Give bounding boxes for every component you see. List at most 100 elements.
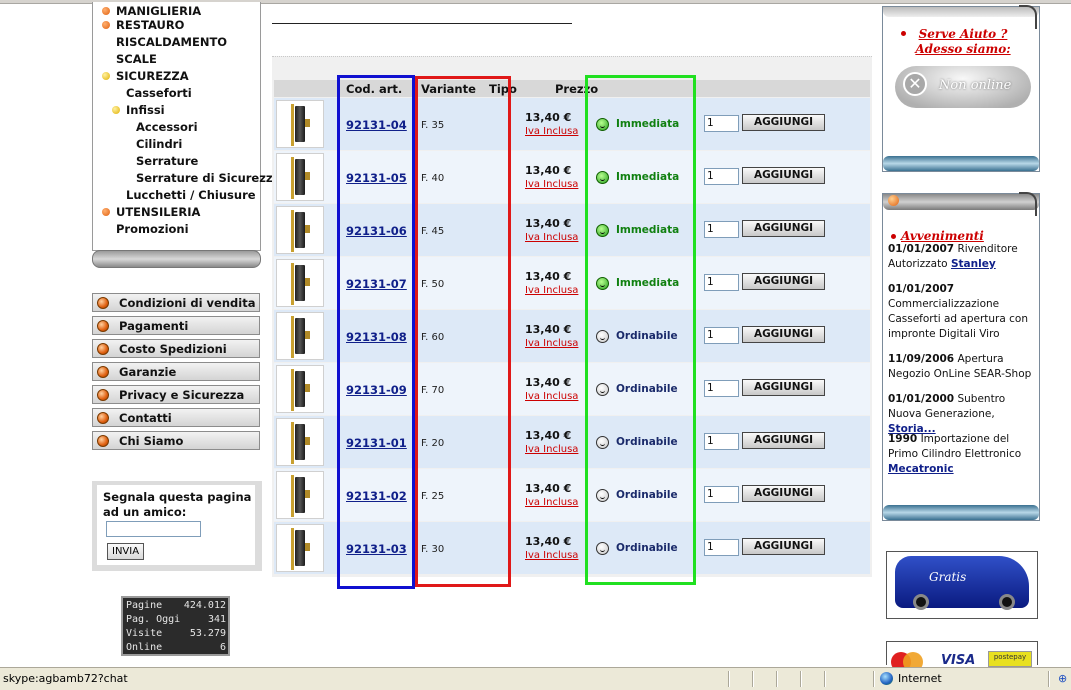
product-thumbnail[interactable]: [276, 153, 324, 201]
resize-grip-icon[interactable]: ⊕: [1058, 672, 1070, 685]
vat-included-link[interactable]: Iva Inclusa: [525, 126, 578, 137]
info-menu-item[interactable]: Garanzie: [92, 362, 260, 381]
event-item: 01/01/2007 Commercializzazione Casseforti…: [888, 282, 1038, 342]
lock-bolt: [305, 225, 310, 233]
category-item[interactable]: RESTAURO: [102, 18, 184, 32]
info-menu-label: Condizioni di vendita: [119, 296, 256, 310]
lock-bolt: [305, 172, 310, 180]
event-date: 01/01/2000: [888, 393, 955, 405]
product-thumbnail[interactable]: [276, 259, 324, 307]
product-thumbnail[interactable]: [276, 312, 324, 360]
product-thumbnail[interactable]: [276, 471, 324, 519]
event-date: 1990: [888, 433, 918, 445]
add-to-cart-button[interactable]: AGGIUNGI: [742, 220, 825, 237]
product-thumbnail[interactable]: [276, 100, 324, 148]
info-menu-label: Garanzie: [119, 365, 177, 379]
product-price: 13,40 €: [525, 376, 572, 389]
free-shipping-banner[interactable]: Gratis: [886, 551, 1038, 619]
help-panel-bottom-bar: [883, 156, 1039, 171]
category-item[interactable]: UTENSILERIA: [102, 205, 201, 219]
offline-x-icon: ✕: [903, 72, 927, 96]
category-item[interactable]: Serrature: [136, 154, 198, 168]
lock-plate: [291, 263, 294, 305]
product-thumbnail[interactable]: [276, 524, 324, 572]
info-menu-item[interactable]: Pagamenti: [92, 316, 260, 335]
info-menu-item[interactable]: Chi Siamo: [92, 431, 260, 450]
info-menu-item[interactable]: Condizioni di vendita: [92, 293, 260, 312]
category-menu-footer-bar: [92, 250, 261, 268]
category-bullet-icon: [102, 21, 110, 29]
events-title-bullet-icon: [891, 234, 896, 239]
category-item[interactable]: Cilindri: [136, 137, 182, 151]
vat-included-link[interactable]: Iva Inclusa: [525, 444, 578, 455]
quantity-input[interactable]: 1: [704, 486, 739, 503]
delivery-van-icon: Gratis: [895, 556, 1029, 610]
vat-included-link[interactable]: Iva Inclusa: [525, 179, 578, 190]
top-separator-line: [272, 23, 572, 24]
quantity-input[interactable]: 1: [704, 327, 739, 344]
share-submit-button[interactable]: INVIA: [107, 543, 145, 560]
category-item[interactable]: Casseforti: [126, 86, 192, 100]
category-item[interactable]: Promozioni: [116, 222, 189, 236]
product-thumbnail[interactable]: [276, 365, 324, 413]
category-item[interactable]: SCALE: [116, 52, 157, 66]
event-link[interactable]: Mecatronic: [888, 463, 954, 475]
help-panel-hook-icon: [1019, 5, 1037, 29]
quantity-input[interactable]: 1: [704, 274, 739, 291]
category-item[interactable]: Serrature di Sicurezza: [136, 171, 280, 185]
event-link[interactable]: Stanley: [951, 258, 996, 270]
add-to-cart-button[interactable]: AGGIUNGI: [742, 379, 825, 396]
vat-included-link[interactable]: Iva Inclusa: [525, 550, 578, 561]
category-label: UTENSILERIA: [116, 205, 201, 219]
category-item[interactable]: SICUREZZA: [102, 69, 189, 83]
add-to-cart-button[interactable]: AGGIUNGI: [742, 326, 825, 343]
category-label: SCALE: [116, 52, 157, 66]
status-divider: [873, 671, 875, 687]
quantity-input[interactable]: 1: [704, 380, 739, 397]
product-thumbnail[interactable]: [276, 206, 324, 254]
add-to-cart-button[interactable]: AGGIUNGI: [742, 114, 825, 131]
category-item[interactable]: Accessori: [136, 120, 198, 134]
quantity-input[interactable]: 1: [704, 539, 739, 556]
info-menu-item[interactable]: Costo Spedizioni: [92, 339, 260, 358]
category-bullet-icon: [102, 208, 110, 216]
info-menu-item[interactable]: Privacy e Sicurezza: [92, 385, 260, 404]
quantity-input[interactable]: 1: [704, 221, 739, 238]
chat-status-button[interactable]: ✕ Non online: [895, 66, 1031, 108]
share-email-input[interactable]: [106, 521, 201, 537]
info-menu-item[interactable]: Contatti: [92, 408, 260, 427]
quantity-input[interactable]: 1: [704, 115, 739, 132]
vat-included-link[interactable]: Iva Inclusa: [525, 232, 578, 243]
info-menu-label: Contatti: [119, 411, 172, 425]
product-price: 13,40 €: [525, 323, 572, 336]
category-label: Accessori: [136, 120, 198, 134]
vat-included-link[interactable]: Iva Inclusa: [525, 285, 578, 296]
quantity-input[interactable]: 1: [704, 433, 739, 450]
help-panel-top: [883, 7, 1039, 17]
quantity-input[interactable]: 1: [704, 168, 739, 185]
lock-body: [295, 212, 305, 248]
lock-plate: [291, 528, 294, 570]
category-item[interactable]: MANIGLIERIA: [102, 4, 201, 18]
van-wheel-icon: [913, 594, 929, 610]
add-to-cart-button[interactable]: AGGIUNGI: [742, 538, 825, 555]
add-to-cart-button[interactable]: AGGIUNGI: [742, 432, 825, 449]
help-bullet-icon: [901, 31, 906, 36]
chat-status-label: Non online: [939, 78, 1012, 93]
menu-ball-icon: [97, 297, 109, 309]
counter-row: Pag. Oggi 341: [126, 614, 226, 627]
event-item: 01/01/2000 Subentro Nuova Generazione, S…: [888, 392, 1038, 437]
add-to-cart-button[interactable]: AGGIUNGI: [742, 167, 825, 184]
category-item[interactable]: Lucchetti / Chiusure: [126, 188, 256, 202]
vat-included-link[interactable]: Iva Inclusa: [525, 497, 578, 508]
vat-included-link[interactable]: Iva Inclusa: [525, 391, 578, 402]
info-menu-label: Costo Spedizioni: [119, 342, 227, 356]
product-thumbnail[interactable]: [276, 418, 324, 466]
category-item[interactable]: Infissi: [112, 103, 165, 117]
vat-included-link[interactable]: Iva Inclusa: [525, 338, 578, 349]
category-item[interactable]: RISCALDAMENTO: [116, 35, 227, 49]
add-to-cart-button[interactable]: AGGIUNGI: [742, 485, 825, 502]
add-to-cart-button[interactable]: AGGIUNGI: [742, 273, 825, 290]
event-date: 11/09/2006: [888, 353, 955, 365]
info-menu-label: Pagamenti: [119, 319, 189, 333]
